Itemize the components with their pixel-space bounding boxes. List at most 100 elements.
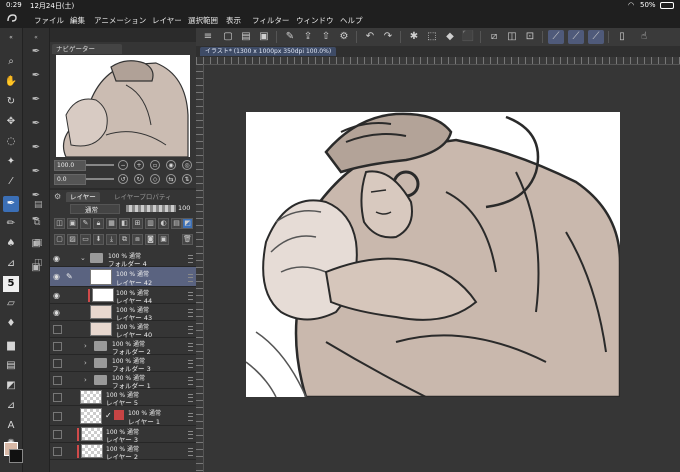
layer-row-43[interactable]: ◉ 100 % 通常 レイヤー 43 bbox=[50, 304, 196, 322]
mask-enable-icon[interactable]: ◧ bbox=[119, 218, 130, 229]
drag-handle-icon[interactable] bbox=[188, 326, 193, 334]
sub-pen-icon[interactable]: ✒ bbox=[28, 116, 44, 132]
new-icon[interactable]: ▢ bbox=[220, 30, 236, 44]
crop-icon[interactable]: ⊡ bbox=[522, 30, 538, 44]
navigator-thumbnail[interactable] bbox=[56, 55, 190, 157]
menu-window[interactable]: ウィンドウ bbox=[296, 15, 334, 26]
merge-icon[interactable]: ⧈ bbox=[132, 234, 143, 245]
menu-selection[interactable]: 選択範囲 bbox=[188, 15, 218, 26]
layer-side-icon[interactable]: ▣ bbox=[34, 238, 43, 248]
share-icon[interactable]: ⇧ bbox=[318, 30, 334, 44]
transform-icon[interactable]: ⬚ bbox=[424, 30, 440, 44]
layer-row-1[interactable]: ✓ 100 % 通常 レイヤー 1 bbox=[50, 406, 196, 426]
zoom-out-icon[interactable]: − bbox=[118, 160, 128, 170]
decoration-icon[interactable]: 5 bbox=[3, 276, 19, 292]
zoom-icon[interactable]: ⌕ bbox=[3, 54, 19, 70]
opacity-slider[interactable] bbox=[126, 205, 176, 212]
layer-row-5[interactable]: 100 % 通常 レイヤー 5 bbox=[50, 389, 196, 407]
layer-row-40[interactable]: 100 % 通常 レイヤー 40 bbox=[50, 321, 196, 339]
draft-icon[interactable]: ✎ bbox=[80, 218, 91, 229]
gradient-icon[interactable]: ▤ bbox=[3, 358, 19, 374]
fill-tool-icon[interactable]: ▆ bbox=[3, 338, 19, 354]
menu-edit[interactable]: 編集 bbox=[70, 15, 85, 26]
rotation-input[interactable]: 0.0 bbox=[54, 174, 86, 185]
fit-icon[interactable]: ▫ bbox=[150, 160, 160, 170]
drag-handle-icon[interactable] bbox=[188, 394, 193, 402]
menu-help[interactable]: ヘルプ bbox=[340, 15, 363, 26]
layer-row-2[interactable]: 100 % 通常 レイヤー 2 bbox=[50, 443, 196, 461]
drag-handle-icon[interactable] bbox=[188, 255, 193, 263]
collapse-icon[interactable]: « bbox=[3, 30, 19, 46]
lock-transparency-icon[interactable]: ▦ bbox=[106, 218, 117, 229]
airbrush-icon[interactable]: ⊿ bbox=[3, 256, 19, 272]
redo-icon[interactable]: ↷ bbox=[380, 30, 396, 44]
sub-color-swatch[interactable] bbox=[9, 449, 23, 463]
sub-pen-icon[interactable]: ✒ bbox=[28, 164, 44, 180]
layer-row-44[interactable]: ◉ 100 % 通常 レイヤー 44 bbox=[50, 287, 196, 305]
fill-icon[interactable]: ◆ bbox=[442, 30, 458, 44]
visibility-box[interactable] bbox=[53, 447, 62, 456]
visibility-box[interactable] bbox=[53, 359, 62, 368]
sub-pen-icon[interactable]: ✒ bbox=[28, 68, 44, 84]
apply-mask-icon[interactable]: ▣ bbox=[158, 234, 169, 245]
fit-window-icon[interactable]: ◎ bbox=[182, 160, 192, 170]
visibility-box[interactable] bbox=[53, 342, 62, 351]
layer-row-folder-1[interactable]: › 100 % 通常 フォルダー 1 bbox=[50, 372, 196, 390]
frame-icon[interactable]: ⊿ bbox=[3, 398, 19, 414]
layer-row-folder-4[interactable]: ◉ ⌄ 100 % 通常 フォルダー 4 bbox=[50, 250, 196, 268]
layer-row-folder-3[interactable]: › 100 % 通常 フォルダー 3 bbox=[50, 355, 196, 373]
menu-animation[interactable]: アニメーション bbox=[94, 15, 146, 26]
brush-icon[interactable]: ♠ bbox=[3, 236, 19, 252]
rotate-icon[interactable]: ↻ bbox=[3, 94, 19, 110]
layer-row-folder-2[interactable]: › 100 % 通常 フォルダー 2 bbox=[50, 338, 196, 356]
merge-down-icon[interactable]: ⤓ bbox=[106, 234, 117, 245]
drag-handle-icon[interactable] bbox=[188, 274, 193, 282]
tab-layer-property[interactable]: レイヤープロパティ bbox=[110, 192, 176, 202]
zoom-slider[interactable] bbox=[86, 164, 114, 166]
reset-rotation-icon[interactable]: ◇ bbox=[150, 174, 160, 184]
invert-icon[interactable]: ◫ bbox=[504, 30, 520, 44]
new-vector-icon[interactable]: ▨ bbox=[67, 234, 78, 245]
drag-handle-icon[interactable] bbox=[188, 309, 193, 317]
text-icon[interactable]: A bbox=[3, 418, 19, 434]
pencil-icon[interactable]: ✏ bbox=[3, 216, 19, 232]
layer-side-icon[interactable]: ◫ bbox=[34, 258, 43, 268]
deselect-icon[interactable]: ⧄ bbox=[486, 30, 502, 44]
snap-grid-icon[interactable]: ⟋ bbox=[588, 30, 604, 44]
settings-icon[interactable]: ⚙ bbox=[336, 30, 352, 44]
wand-icon[interactable]: ✦ bbox=[3, 154, 19, 170]
drag-handle-icon[interactable] bbox=[188, 413, 193, 421]
drag-handle-icon[interactable] bbox=[188, 360, 193, 368]
layer-side-icon[interactable]: ⧉ bbox=[34, 218, 40, 228]
transfer-down-icon[interactable]: ⬇ bbox=[93, 234, 104, 245]
drag-handle-icon[interactable] bbox=[188, 377, 193, 385]
select-all-icon[interactable]: ⬛ bbox=[460, 30, 476, 44]
sub-pen-icon[interactable]: ✒ bbox=[28, 140, 44, 156]
visibility-eye-icon[interactable]: ◉ bbox=[53, 308, 62, 317]
rotate-right-icon[interactable]: ↻ bbox=[134, 174, 144, 184]
app-logo-icon[interactable] bbox=[6, 13, 18, 25]
visibility-box[interactable] bbox=[53, 430, 62, 439]
save-icon[interactable]: ▣ bbox=[256, 30, 272, 44]
delete-layer-icon[interactable]: 🗑︎ bbox=[182, 234, 193, 245]
artwork-canvas[interactable] bbox=[246, 112, 620, 397]
edit-icon[interactable]: ✎ bbox=[282, 30, 298, 44]
color-icon[interactable]: ◐ bbox=[158, 218, 169, 229]
figure-icon[interactable]: ◩ bbox=[3, 378, 19, 394]
menu-file[interactable]: ファイル bbox=[34, 15, 64, 26]
layer-row-42[interactable]: ◉ ✎ 100 % 通常 レイヤー 42 bbox=[50, 267, 196, 287]
panel-menu-icon[interactable]: ⚙ bbox=[54, 192, 61, 201]
zoom-input[interactable]: 100.0 bbox=[54, 160, 86, 171]
chevron-down-icon[interactable]: ⌄ bbox=[80, 254, 86, 262]
navigator-tab[interactable]: ナビゲーター bbox=[52, 44, 122, 54]
drag-handle-icon[interactable] bbox=[188, 292, 193, 300]
mask-icon[interactable]: ◙ bbox=[145, 234, 156, 245]
drag-handle-icon[interactable] bbox=[188, 448, 193, 456]
actual-size-icon[interactable]: ◉ bbox=[166, 160, 176, 170]
tab-layer[interactable]: レイヤー bbox=[66, 192, 100, 202]
document-tab[interactable]: イラスト* (1300 x 1000px 350dpi 100.0%) bbox=[200, 47, 337, 56]
selected-state-icon[interactable]: ◩ bbox=[182, 218, 193, 229]
visibility-box[interactable] bbox=[53, 412, 62, 421]
visibility-box[interactable] bbox=[53, 376, 62, 385]
layer-row-3[interactable]: 100 % 通常 レイヤー 3 bbox=[50, 426, 196, 444]
